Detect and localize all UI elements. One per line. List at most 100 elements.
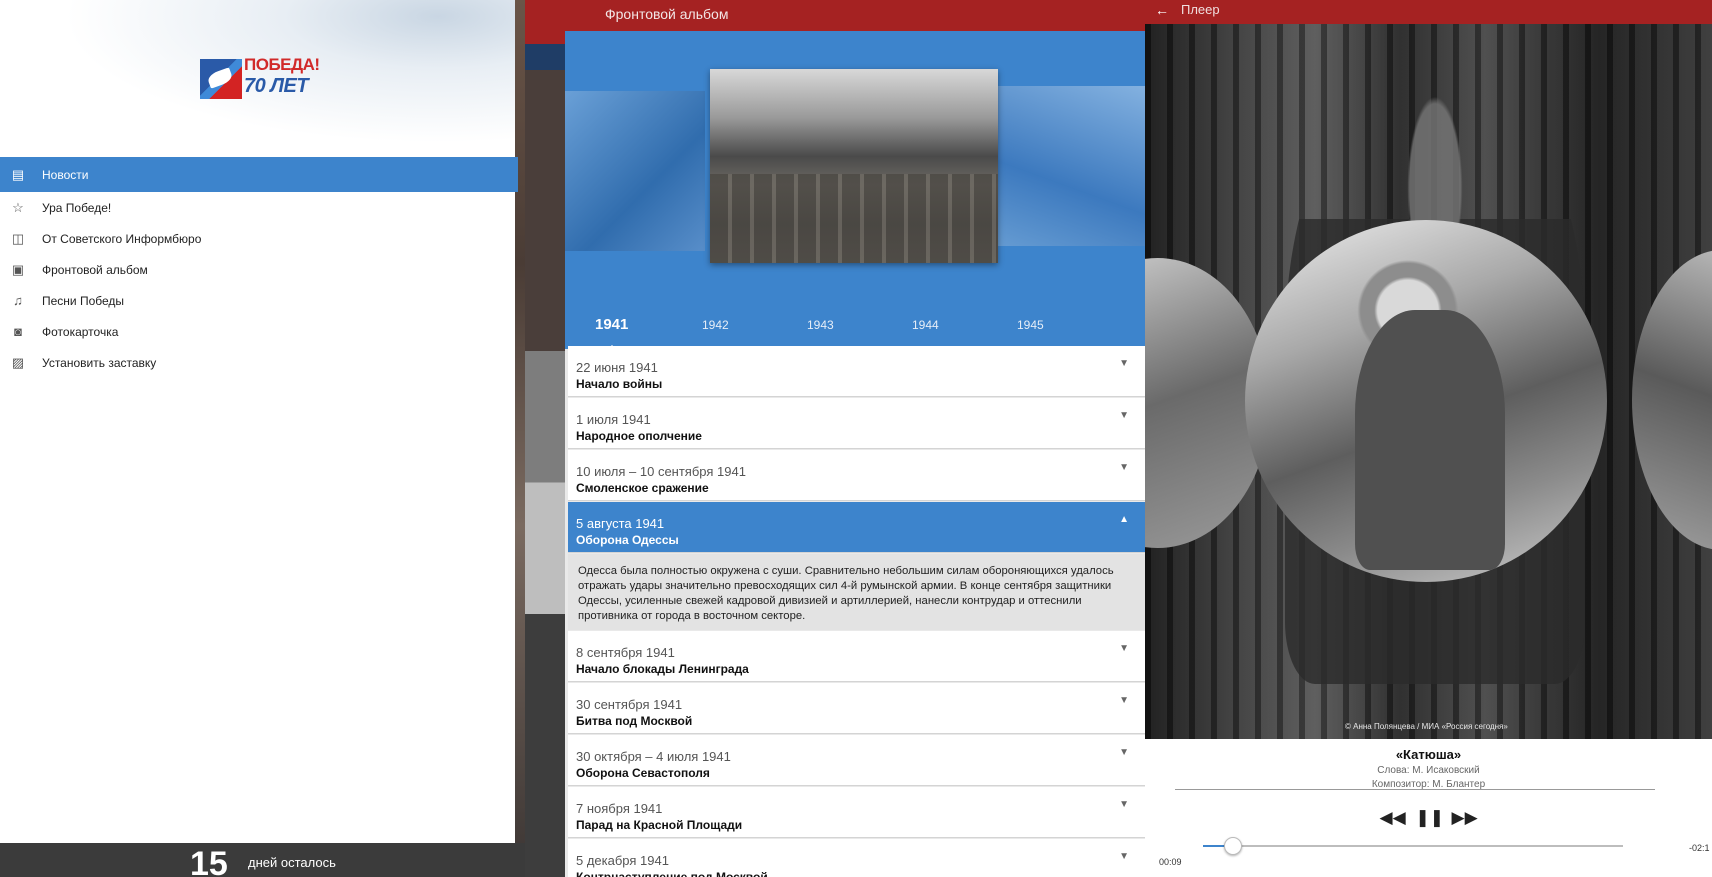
navigation-drawer: ПОБЕДА! 70 ЛЕТ ▤ Новости ☆ Ура Победе! ◫ От С…	[0, 0, 525, 877]
app-bar-title: Фронтовой альбом	[605, 6, 729, 22]
playback-controls: ◀◀ ❚❚ ▶▶	[1145, 808, 1712, 828]
chevron-down-icon[interactable]: ▼	[1119, 851, 1129, 862]
event-date: 30 октября – 4 июля 1941	[576, 749, 731, 764]
event-title: Парад на Красной Площади	[576, 818, 743, 832]
countdown-label: дней осталось	[248, 855, 336, 870]
drawer-item-label: От Советского Информбюро	[42, 231, 202, 246]
event-date: 5 декабря 1941	[576, 853, 669, 868]
document-icon: ▤	[11, 166, 25, 182]
rewind-icon[interactable]: ◀◀	[1380, 808, 1406, 828]
radio-icon: ◫	[11, 230, 25, 246]
fast-forward-icon[interactable]: ▶▶	[1452, 808, 1478, 828]
current-song-cover[interactable]	[1245, 220, 1607, 582]
app-bar: Фронтовой альбом	[525, 0, 1145, 31]
drawer-item-label: Песни Победы	[42, 293, 125, 308]
event-title: Контрнаступление под Москвой	[576, 870, 768, 877]
cover-figure	[1355, 310, 1505, 570]
event-date: 1 июля 1941	[576, 412, 651, 427]
event-title: Начало войны	[576, 377, 663, 391]
chevron-down-icon[interactable]: ▼	[1119, 410, 1129, 421]
chevron-down-icon[interactable]: ▼	[1119, 462, 1129, 473]
event-title: Оборона Одессы	[576, 533, 679, 547]
drawer-item[interactable]: ☆ Ура Победе!	[0, 192, 518, 223]
event-date: 8 сентября 1941	[576, 645, 675, 660]
event-date: 7 ноября 1941	[576, 801, 663, 816]
year-tab[interactable]: 1943	[807, 318, 834, 332]
year-tab[interactable]: 1944	[912, 318, 939, 332]
drawer-item[interactable]: ▣ Фронтовой альбом	[0, 254, 518, 285]
countdown-bar: 15 дней осталось	[0, 843, 525, 877]
drawer-item-label: Фотокарточка	[42, 324, 119, 339]
divider	[1175, 789, 1655, 790]
player-screen: © Анна Полянцева / МИА «Россия сегодня» …	[1145, 0, 1712, 877]
next-photo[interactable]	[995, 86, 1145, 246]
event-item[interactable]: 5 августа 1941 Оборона Одессы ▲	[568, 502, 1145, 553]
year-tabs: 1941 1942 1943 1944 1945	[565, 310, 1145, 350]
drawer-item-label: Установить заставку	[42, 355, 157, 370]
gramophone-icon: ♫	[13, 293, 23, 308]
song-info-panel: «Катюша» Слова: М. Исаковский Композитор…	[1145, 739, 1712, 877]
chevron-up-icon[interactable]: ▲	[1119, 514, 1129, 525]
event-title: Начало блокады Ленинграда	[576, 662, 749, 676]
event-title: Оборона Севастополя	[576, 766, 710, 780]
wallpaper-icon: ▨	[11, 354, 25, 370]
year-tab[interactable]: 1945	[1017, 318, 1044, 332]
chevron-down-icon[interactable]: ▼	[1119, 643, 1129, 654]
countdown-number: 15	[190, 845, 228, 877]
pobeda-70-logo: ПОБЕДА! 70 ЛЕТ	[200, 55, 320, 101]
event-date: 10 июля – 10 сентября 1941	[576, 464, 746, 479]
event-title: Смоленское сражение	[576, 481, 709, 495]
chevron-down-icon[interactable]: ▼	[1119, 799, 1129, 810]
event-title: Битва под Москвой	[576, 714, 693, 728]
drawer-item[interactable]: ◫ От Советского Информбюро	[0, 223, 518, 254]
event-title: Народное ополчение	[576, 429, 702, 443]
event-item[interactable]: 7 ноября 1941 Парад на Красной Площади ▼	[568, 787, 1145, 838]
chevron-down-icon[interactable]: ▼	[1119, 695, 1129, 706]
song-background-photo	[1145, 24, 1712, 739]
drawer-item[interactable]: ♫ Песни Победы	[0, 285, 518, 316]
event-item[interactable]: 5 декабря 1941 Контрнаступление под Москв…	[568, 839, 1145, 877]
drawer-item-label: Фронтовой альбом	[42, 262, 148, 277]
year-tab[interactable]: 1942	[702, 318, 729, 332]
chevron-down-icon[interactable]: ▼	[1119, 747, 1129, 758]
current-photo[interactable]	[710, 69, 998, 263]
back-arrow-icon[interactable]: ←	[1155, 2, 1169, 18]
camera-icon: ◙	[14, 324, 22, 339]
event-item[interactable]: 30 сентября 1941 Битва под Москвой ▼	[568, 683, 1145, 734]
drawer-item[interactable]: ◙ Фотокарточка	[0, 316, 518, 347]
logo-line-2: 70 ЛЕТ	[244, 75, 309, 97]
time-remaining: -02:1	[1689, 843, 1710, 853]
year-tab[interactable]: 1941	[595, 316, 628, 350]
event-date: 5 августа 1941	[576, 516, 665, 531]
drawer-item[interactable]: ▨ Установить заставку	[0, 347, 518, 378]
album-icon: ▣	[11, 261, 25, 277]
events-list: 22 июня 1941 Начало войны ▼ 1 июля 1941 Наро…	[568, 346, 1145, 877]
event-item[interactable]: 8 сентября 1941 Начало блокады Ленинграда…	[568, 631, 1145, 682]
drawer-menu: ▤ Новости ☆ Ура Победе! ◫ От Советского Инфор…	[0, 157, 518, 378]
chevron-down-icon[interactable]: ▼	[1119, 358, 1129, 369]
event-item[interactable]: 30 октября – 4 июля 1941 Оборона Севастоп…	[568, 735, 1145, 786]
event-item[interactable]: 10 июля – 10 сентября 1941 Смоленское сра…	[568, 450, 1145, 501]
front-album-screen: Фронтовой альбом 1941 1942 1943 1944 1945 22…	[525, 0, 1145, 877]
event-description: Одесса была полностью окружена с суши. С…	[568, 554, 1145, 630]
song-lyricist: Слова: М. Исаковский	[1377, 765, 1480, 776]
seek-handle[interactable]	[1224, 837, 1243, 855]
photo-sandbags	[710, 173, 998, 263]
photo-credit: © Анна Полянцева / МИА «Россия сегодня»	[1345, 722, 1508, 731]
background-content-edge	[525, 0, 565, 877]
song-title: «Катюша»	[1395, 747, 1462, 762]
drawer-item-label: Новости	[42, 167, 89, 182]
background-content-edge	[515, 0, 525, 877]
time-current: 00:09	[1159, 857, 1182, 867]
event-date: 22 июня 1941	[576, 360, 658, 375]
pause-icon[interactable]: ❚❚	[1416, 808, 1445, 828]
logo-line-1: ПОБЕДА!	[244, 55, 320, 74]
app-bar-title: Плеер	[1181, 2, 1220, 17]
event-item[interactable]: 1 июля 1941 Народное ополчение ▼	[568, 398, 1145, 449]
app-bar: ← Плеер	[1145, 0, 1712, 24]
previous-photo[interactable]	[565, 91, 705, 251]
seek-bar[interactable]	[1203, 837, 1623, 855]
drawer-item[interactable]: ▤ Новости	[0, 157, 518, 192]
photo-carousel[interactable]	[565, 31, 1145, 349]
event-item[interactable]: 22 июня 1941 Начало войны ▼	[568, 346, 1145, 397]
